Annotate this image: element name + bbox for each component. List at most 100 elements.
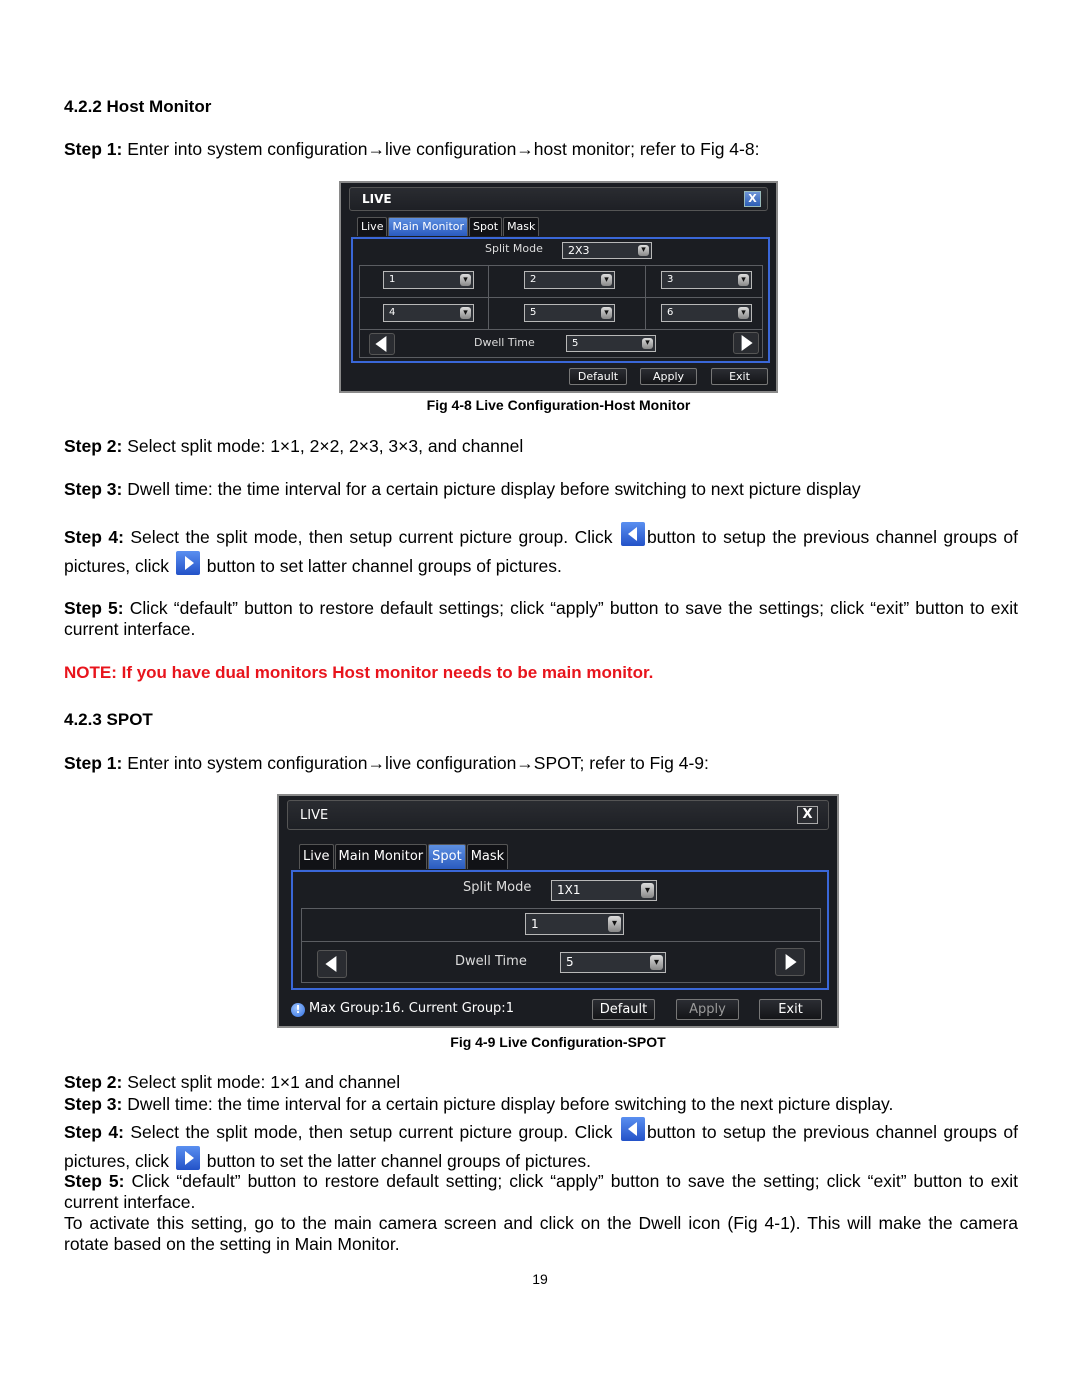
host-step-3: Step 3: Dwell time: the time interval fo… xyxy=(64,479,1018,500)
step-label: Step 3: xyxy=(64,479,123,499)
channel-value: 6 xyxy=(667,307,674,318)
live-dialog-spot: LIVE X Live Main Monitor Spot Mask Split… xyxy=(277,794,839,1028)
dwell-time-label: Dwell Time xyxy=(474,336,535,349)
dialog-titlebar: LIVE X xyxy=(287,800,829,830)
channel-select-4[interactable]: 4 ▾ xyxy=(383,304,474,322)
exit-button[interactable]: Exit xyxy=(711,368,768,385)
chevron-down-icon[interactable]: ▾ xyxy=(738,307,749,319)
host-step-4: Step 4: Select the split mode, then setu… xyxy=(64,522,1018,580)
chevron-down-icon[interactable]: ▾ xyxy=(641,883,654,898)
next-group-button[interactable] xyxy=(775,948,805,976)
chevron-down-icon[interactable]: ▾ xyxy=(638,245,649,256)
spot-step-5: Step 5: Click “default” button to restor… xyxy=(64,1171,1018,1213)
dual-monitor-note: NOTE: If you have dual monitors Host mon… xyxy=(64,663,654,682)
step-label: Step 2: xyxy=(64,1072,123,1092)
apply-button[interactable]: Apply xyxy=(640,368,697,385)
tab-live[interactable]: Live xyxy=(299,844,334,869)
step-text: Click “default” button to restore defaul… xyxy=(64,598,1018,639)
split-mode-select[interactable]: 2X3 ▾ xyxy=(562,242,652,259)
tab-bar: Live Main Monitor Spot Mask xyxy=(299,844,509,869)
previous-group-button[interactable] xyxy=(369,333,395,355)
chevron-down-icon[interactable]: ▾ xyxy=(460,274,471,286)
next-arrow-icon xyxy=(175,551,200,575)
group-info: ! Max Group:16. Current Group:1 xyxy=(291,1001,514,1017)
close-icon[interactable]: X xyxy=(744,191,761,207)
channel-value: 1 xyxy=(531,917,539,931)
tab-spot[interactable]: Spot xyxy=(469,217,503,236)
dwell-time-value: 5 xyxy=(566,955,574,969)
chevron-down-icon[interactable]: ▾ xyxy=(601,274,612,286)
split-mode-select[interactable]: 1X1 ▾ xyxy=(551,880,657,901)
step-label: Step 2: xyxy=(64,436,123,456)
dialog-title: LIVE xyxy=(362,192,392,206)
settings-panel: Split Mode 2X3 ▾ 1 ▾ 2 ▾ 3 ▾ 4 ▾ 5 ▾ 6 ▾ Dwell… xyxy=(351,237,770,363)
next-group-button[interactable] xyxy=(733,332,759,354)
exit-button[interactable]: Exit xyxy=(759,999,822,1020)
tab-bar: Live Main Monitor Spot Mask xyxy=(357,217,540,236)
chevron-down-icon[interactable]: ▾ xyxy=(601,307,612,319)
default-button[interactable]: Default xyxy=(569,368,627,385)
tab-live[interactable]: Live xyxy=(357,217,388,236)
dialog-titlebar: LIVE X xyxy=(349,187,768,211)
dwell-time-select[interactable]: 5 ▾ xyxy=(560,952,666,973)
tab-spot[interactable]: Spot xyxy=(428,844,466,869)
channel-select-5[interactable]: 5 ▾ xyxy=(524,304,615,322)
step-text: Select the split mode, then setup curren… xyxy=(123,527,619,547)
channel-select[interactable]: 1 ▾ xyxy=(525,913,624,935)
settings-panel: Split Mode 1X1 ▾ 1 ▾ Dwell Time 5 ▾ xyxy=(291,870,829,990)
split-mode-label: Split Mode xyxy=(485,242,543,255)
close-icon[interactable]: X xyxy=(797,806,818,824)
dwell-time-value: 5 xyxy=(572,338,579,349)
host-step-5: Step 5: Click “default” button to restor… xyxy=(64,598,1018,640)
tab-mask[interactable]: Mask xyxy=(466,844,509,869)
spot-step-4: Step 4: Select the split mode, then setu… xyxy=(64,1117,1018,1175)
channel-select-2[interactable]: 2 ▾ xyxy=(524,271,615,289)
host-step-2: Step 2: Select split mode: 1×1, 2×2, 2×3… xyxy=(64,436,1018,457)
tab-main-monitor[interactable]: Main Monitor xyxy=(334,844,428,869)
chevron-down-icon[interactable]: ▾ xyxy=(650,955,663,970)
step-label: Step 5: xyxy=(64,598,124,618)
previous-group-button[interactable] xyxy=(317,950,347,978)
dwell-time-select[interactable]: 5 ▾ xyxy=(566,335,656,352)
figure-caption-4-8: Fig 4-8 Live Configuration-Host Monitor xyxy=(426,397,691,413)
step-text: Dwell time: the time interval for a cert… xyxy=(122,1094,894,1114)
dwell-time-label: Dwell Time xyxy=(455,954,527,969)
tab-mask[interactable]: Mask xyxy=(503,217,540,236)
channel-value: 3 xyxy=(667,274,674,285)
channel-value: 4 xyxy=(389,307,396,318)
chevron-down-icon[interactable]: ▾ xyxy=(460,307,471,319)
dialog-title: LIVE xyxy=(300,808,329,823)
next-arrow-icon xyxy=(175,1146,200,1170)
step-text: Click “default” button to restore defaul… xyxy=(64,1171,1018,1212)
chevron-down-icon[interactable]: ▾ xyxy=(642,338,653,349)
step-text: Dwell time: the time interval for a cert… xyxy=(122,479,861,499)
live-dialog-host-monitor: LIVE X Live Main Monitor Spot Mask Split… xyxy=(339,181,778,393)
channel-select-6[interactable]: 6 ▾ xyxy=(661,304,752,322)
section-heading-host-monitor: 4.2.2 Host Monitor xyxy=(64,97,212,116)
step-text: Enter into system configuration→live con… xyxy=(122,753,709,773)
step-label: Step 5: xyxy=(64,1171,125,1191)
tab-main-monitor[interactable]: Main Monitor xyxy=(388,217,469,236)
page-number: 19 xyxy=(532,1271,548,1287)
step-text: Select the split mode, then setup curren… xyxy=(123,1122,619,1142)
default-button[interactable]: Default xyxy=(592,999,655,1020)
split-mode-label: Split Mode xyxy=(463,880,532,895)
step-label: Step 1: xyxy=(64,139,123,159)
chevron-down-icon[interactable]: ▾ xyxy=(738,274,749,286)
section-heading-spot: 4.2.3 SPOT xyxy=(64,710,153,729)
channel-select-1[interactable]: 1 ▾ xyxy=(383,271,474,289)
apply-button[interactable]: Apply xyxy=(676,999,739,1020)
spot-step-2: Step 2: Select split mode: 1×1 and chann… xyxy=(64,1072,1018,1093)
channel-select-3[interactable]: 3 ▾ xyxy=(661,271,752,289)
step-text: Enter into system configuration→live con… xyxy=(122,139,760,159)
host-step-1: Step 1: Enter into system configuration→… xyxy=(64,139,1018,160)
chevron-down-icon[interactable]: ▾ xyxy=(608,916,621,932)
spot-step-3: Step 3: Dwell time: the time interval fo… xyxy=(64,1094,1018,1115)
dwell-row xyxy=(359,329,763,358)
split-mode-value: 1X1 xyxy=(557,883,581,897)
step-label: Step 1: xyxy=(64,753,123,773)
step-label: Step 4: xyxy=(64,1122,124,1142)
figure-caption-4-9: Fig 4-9 Live Configuration-SPOT xyxy=(450,1034,666,1050)
step-text: Select split mode: 1×1, 2×2, 2×3, 3×3, a… xyxy=(122,436,524,456)
step-text: button to set latter channel groups of p… xyxy=(201,556,562,576)
